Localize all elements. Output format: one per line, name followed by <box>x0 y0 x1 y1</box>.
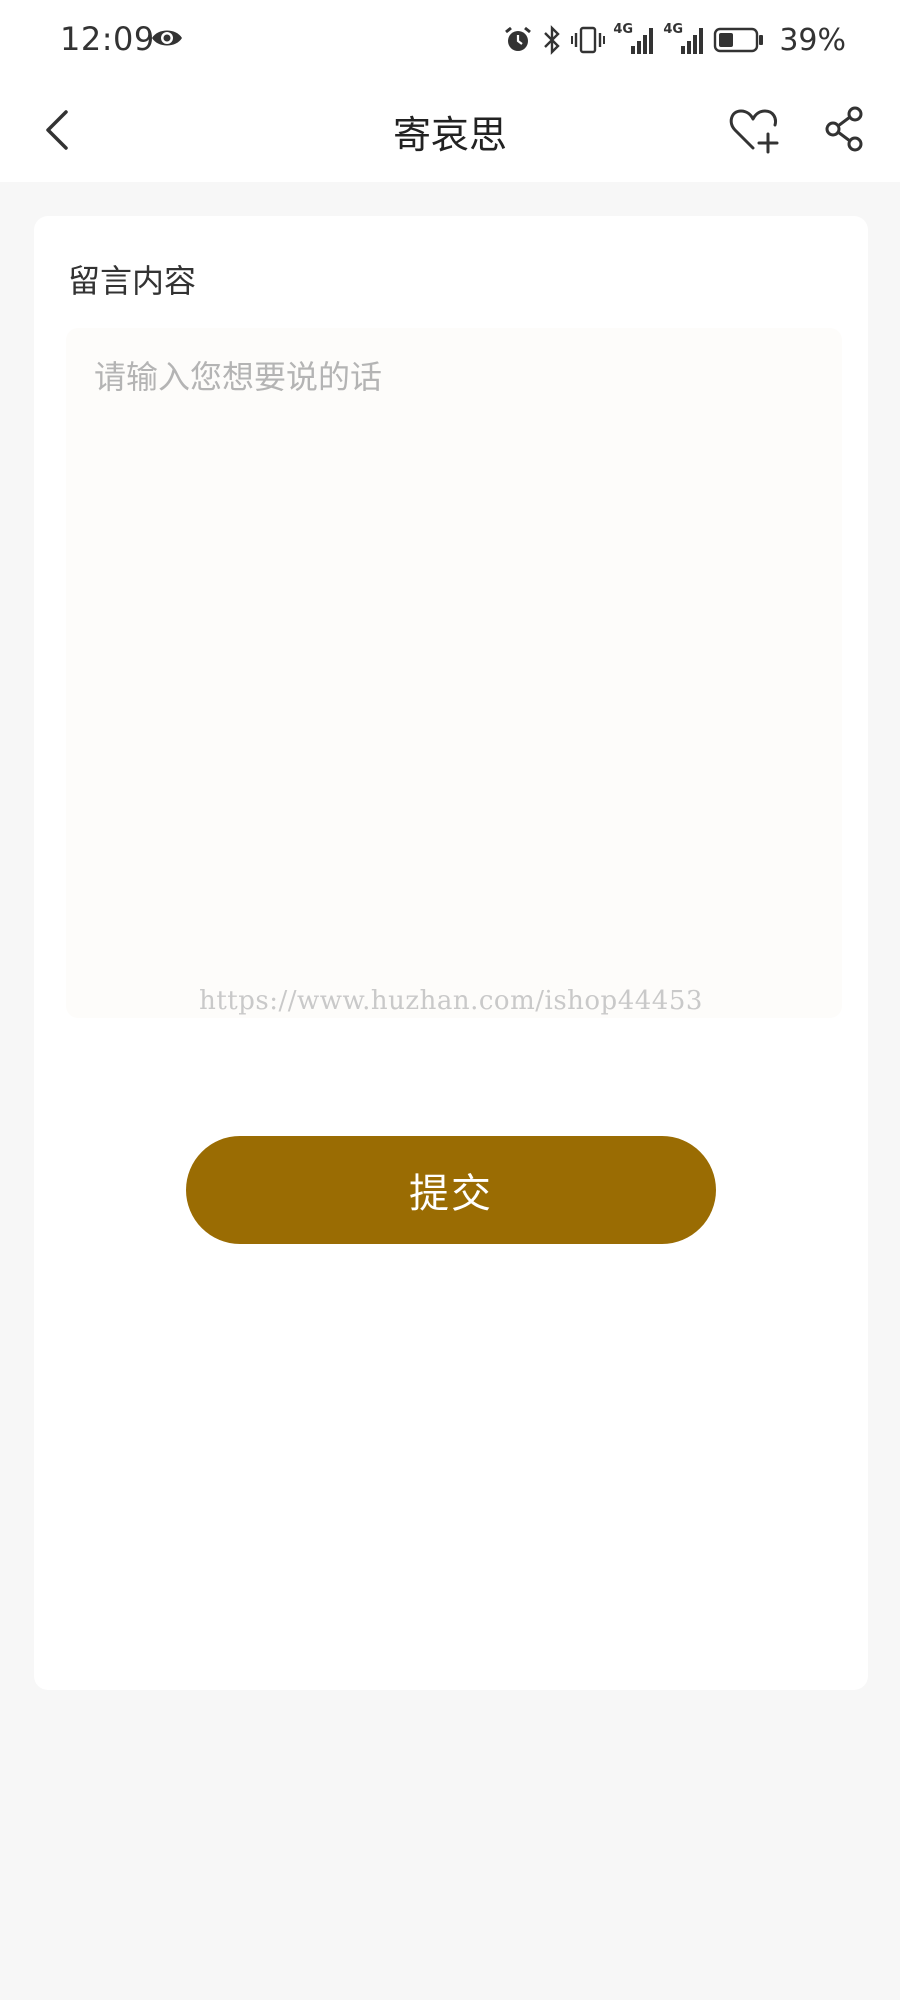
battery-percent: 39% <box>779 22 846 58</box>
status-icons: 4G 4G 39% <box>503 20 846 60</box>
message-input[interactable] <box>66 328 842 1018</box>
vibrate-icon <box>571 26 606 54</box>
signal-group-2: 4G <box>663 22 705 56</box>
battery-icon <box>714 27 764 53</box>
alarm-icon <box>505 26 532 51</box>
signal-group-1: 4G <box>613 22 655 56</box>
nav-bar: 寄哀思 <box>0 80 900 182</box>
message-label: 留言内容 <box>68 262 197 300</box>
message-card: 留言内容 https://www.huzhan.com/ishop44453 提… <box>34 216 868 1690</box>
submit-button[interactable]: 提交 <box>186 1136 716 1244</box>
bluetooth-icon <box>544 25 561 55</box>
signal-icon <box>681 28 704 54</box>
status-time: 12:09 <box>60 20 155 58</box>
heart-plus-icon[interactable] <box>726 102 782 158</box>
status-bar: 12:09 4G 4G 39% <box>0 0 900 80</box>
eye-icon <box>152 30 182 46</box>
share-icon[interactable] <box>822 104 866 154</box>
signal-icon <box>631 28 654 54</box>
